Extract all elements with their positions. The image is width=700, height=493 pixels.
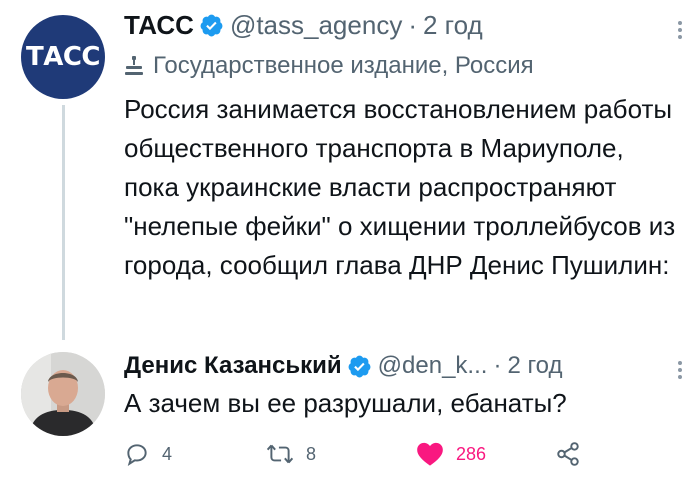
share-icon (557, 442, 579, 466)
separator-dot: · (408, 10, 417, 40)
verified-badge-icon (348, 355, 371, 377)
thread-line (62, 105, 65, 340)
tweet-time[interactable]: 2 год (423, 10, 483, 41)
tweet-text: Россия занимается восстановлением работы… (124, 94, 676, 280)
author-handle[interactable]: @tass_agency (230, 10, 402, 41)
reply-time[interactable]: 2 год (507, 352, 562, 380)
tass-avatar[interactable]: ТАСС (21, 15, 105, 99)
like-button[interactable]: 286 (416, 441, 486, 467)
reply-icon (127, 444, 147, 466)
share-button[interactable] (554, 441, 594, 467)
avatar-logo-text: ТАСС (25, 42, 101, 72)
tweet-header: ТАСС @tass_agency · 2 год (124, 10, 483, 41)
reply-count: 4 (162, 443, 173, 464)
reply-author-name[interactable]: Денис Казанський (124, 352, 342, 380)
like-count: 286 (456, 443, 487, 464)
state-media-label-text: Государственное издание, Россия (153, 52, 534, 79)
heart-icon (417, 442, 443, 466)
retweet-count: 8 (306, 443, 317, 464)
podium-icon (125, 56, 143, 75)
separator-dot: · (493, 352, 502, 379)
author-name[interactable]: ТАСС (124, 10, 194, 41)
reply-author-handle[interactable]: @den_k... (378, 352, 488, 380)
more-options-icon[interactable] (678, 18, 682, 42)
reply-text: А зачем вы ее разрушали, ебанаты? (124, 388, 567, 418)
state-media-label[interactable]: Государственное издание, Россия (124, 52, 534, 80)
avatar-photo-icon (21, 352, 105, 436)
retweet-button[interactable]: 8 (266, 441, 316, 467)
reply-button[interactable]: 4 (124, 441, 172, 467)
action-bar: 4 8 286 (124, 441, 594, 473)
retweet-icon (266, 444, 294, 464)
verified-badge-icon (200, 14, 223, 37)
more-options-icon[interactable] (678, 358, 682, 382)
user-avatar[interactable] (21, 352, 105, 436)
reply-header: Денис Казанський @den_k... · 2 год (124, 352, 563, 380)
